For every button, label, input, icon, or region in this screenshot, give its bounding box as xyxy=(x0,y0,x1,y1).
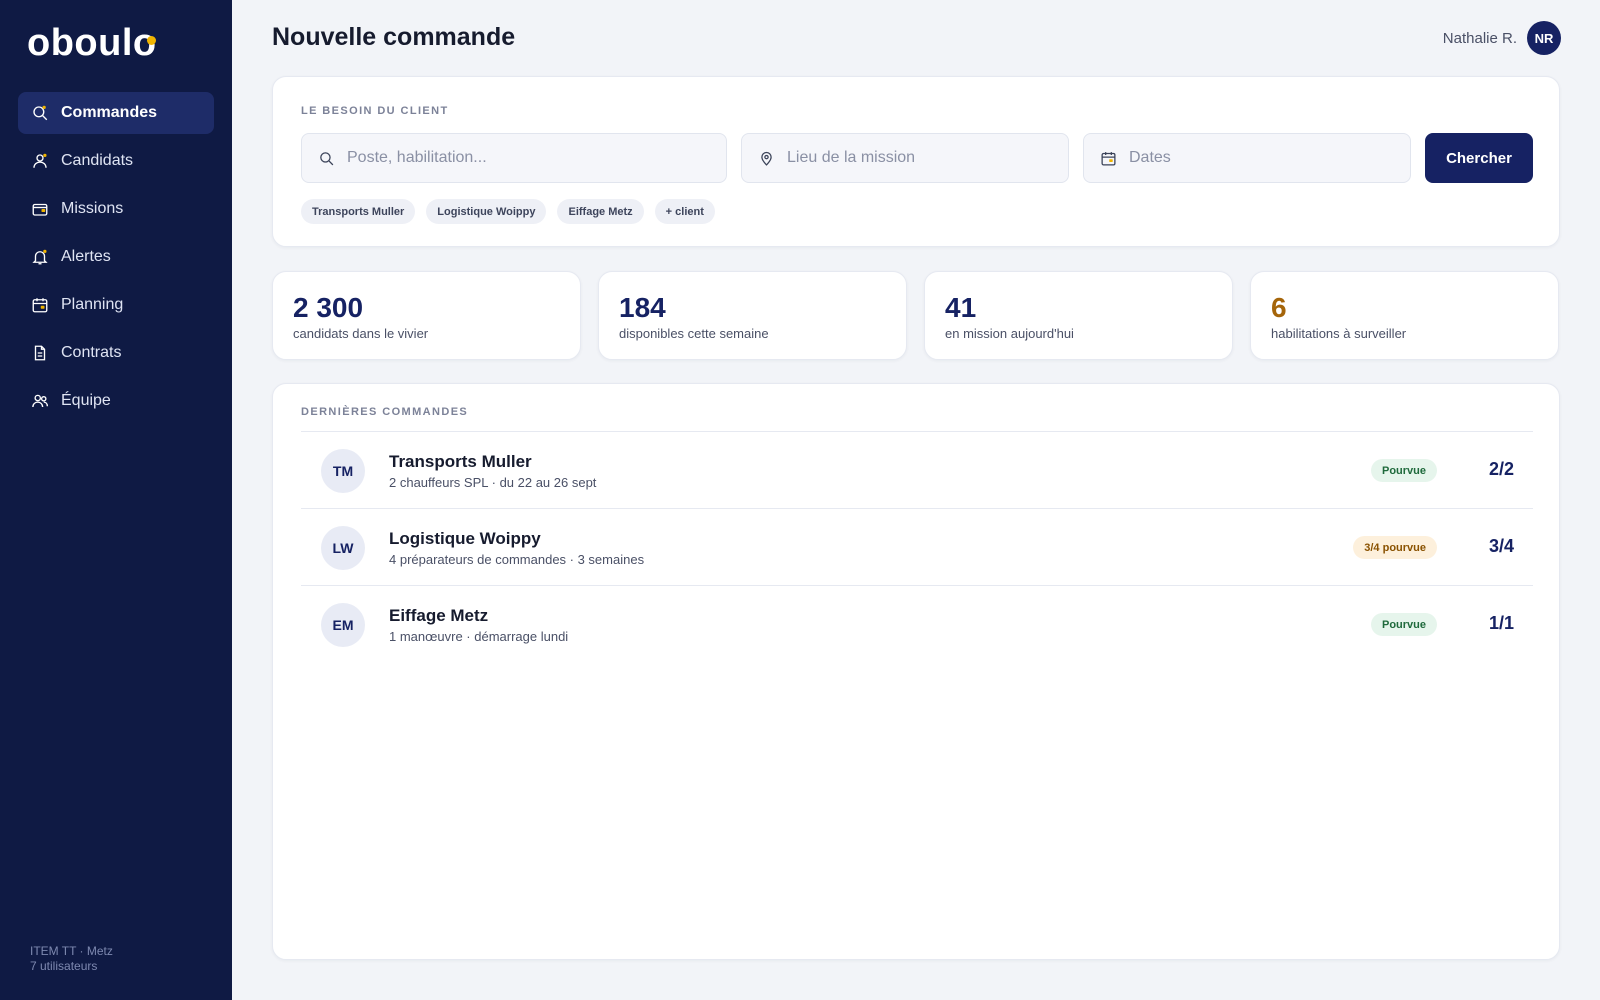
stat-label: disponibles cette semaine xyxy=(619,326,769,341)
filled-count: 1/1 xyxy=(1488,613,1514,633)
search-icon xyxy=(320,151,334,165)
sidebar-item-candidats[interactable]: Candidats xyxy=(18,140,214,182)
sidebar-footer: ITEM TT · Metz 7 utilisateurs xyxy=(30,944,113,974)
order-row[interactable]: TM Transports Muller 2 chauffeurs SPL · … xyxy=(301,432,1533,509)
sidebar-nav: Commandes Candidats Missions Alertes Pla… xyxy=(18,92,214,428)
stat-value: 2 300 xyxy=(293,292,364,323)
stat-value: 184 xyxy=(619,292,666,323)
logo-text: oboulo xyxy=(27,22,157,64)
sidebar-item-label: Commandes xyxy=(61,104,158,121)
poste-field[interactable] xyxy=(301,133,727,183)
stat-label: candidats dans le vivier xyxy=(293,326,429,341)
bell-icon xyxy=(31,248,49,266)
client-chip[interactable]: Transports Muller xyxy=(301,199,416,224)
calendar-icon xyxy=(1101,151,1116,166)
calendar-icon xyxy=(31,296,49,314)
status-badge: 3/4 pourvue xyxy=(1353,536,1437,559)
wallet-icon xyxy=(31,200,49,218)
user-menu[interactable]: Nathalie R. NR xyxy=(1443,21,1561,55)
filled-count: 2/2 xyxy=(1488,459,1514,479)
client-name: Transports Muller xyxy=(389,452,532,471)
stat-label: habilitations à surveiller xyxy=(1271,326,1407,341)
lieu-field[interactable] xyxy=(741,133,1069,183)
recent-orders-card: DERNIÈRES COMMANDES TM Transports Muller… xyxy=(272,383,1560,960)
stat-card-vivier: 2 300 candidats dans le vivier xyxy=(272,271,581,360)
client-chip[interactable]: Eiffage Metz xyxy=(557,199,644,224)
sidebar-item-commandes[interactable]: Commandes xyxy=(18,92,214,134)
stat-value: 6 xyxy=(1271,292,1287,323)
stat-label: en mission aujourd'hui xyxy=(945,326,1074,341)
sidebar-item-label: Alertes xyxy=(61,248,111,265)
search-button[interactable]: Chercher xyxy=(1425,133,1533,183)
agency-name: ITEM TT · Metz xyxy=(30,944,113,958)
order-details: 4 préparateurs de commandes · 3 semaines xyxy=(389,552,645,567)
sidebar-item-label: Candidats xyxy=(61,152,134,169)
section-label: DERNIÈRES COMMANDES xyxy=(301,406,469,418)
document-icon xyxy=(31,344,49,362)
sidebar-item-alertes[interactable]: Alertes xyxy=(18,236,214,278)
status-badge: Pourvue xyxy=(1370,613,1437,636)
user-count: 7 utilisateurs xyxy=(30,959,98,973)
order-row[interactable]: LW Logistique Woippy 4 préparateurs de c… xyxy=(301,509,1533,586)
user-name: Nathalie R. xyxy=(1442,29,1517,47)
page-title: Nouvelle commande xyxy=(272,23,516,51)
status-badge: Pourvue xyxy=(1370,459,1437,482)
location-pin-icon xyxy=(761,151,772,166)
client-initials: EM xyxy=(321,603,365,647)
order-details: 1 manœuvre · démarrage lundi xyxy=(389,629,569,644)
client-initials: TM xyxy=(321,449,365,493)
stat-card-habilitations: 6 habilitations à surveiller xyxy=(1250,271,1559,360)
stat-value: 41 xyxy=(945,292,977,323)
client-chips: Transports Muller Logistique Woippy Eiff… xyxy=(301,199,726,224)
order-row[interactable]: EM Eiffage Metz 1 manœuvre · démarrage l… xyxy=(301,586,1533,663)
search-icon xyxy=(31,104,49,122)
stat-card-disponibles: 184 disponibles cette semaine xyxy=(598,271,907,360)
user-icon xyxy=(31,152,49,170)
stat-card-en-mission: 41 en mission aujourd'hui xyxy=(924,271,1233,360)
sidebar-item-label: Contrats xyxy=(61,344,122,361)
client-need-card: LE BESOIN DU CLIENT Chercher Transports … xyxy=(272,76,1560,247)
add-client-chip[interactable]: + client xyxy=(654,199,715,224)
section-label: LE BESOIN DU CLIENT xyxy=(301,105,449,117)
client-initials: LW xyxy=(321,526,365,570)
sidebar-item-equipe[interactable]: Équipe xyxy=(18,380,214,422)
logo[interactable]: oboulo xyxy=(27,22,157,65)
sidebar-item-planning[interactable]: Planning xyxy=(18,284,214,326)
filled-count: 3/4 xyxy=(1488,536,1514,556)
order-details: 2 chauffeurs SPL · du 22 au 26 sept xyxy=(389,475,597,490)
client-name: Eiffage Metz xyxy=(389,606,489,625)
sidebar-item-missions[interactable]: Missions xyxy=(18,188,214,230)
sidebar-item-label: Équipe xyxy=(61,392,111,409)
poste-input[interactable] xyxy=(347,149,726,167)
logo-dot xyxy=(146,36,156,45)
sidebar: oboulo Commandes Candidats Missions Aler… xyxy=(0,0,232,1000)
sidebar-item-label: Missions xyxy=(61,200,124,217)
team-icon xyxy=(31,392,49,410)
sidebar-item-contrats[interactable]: Contrats xyxy=(18,332,214,374)
orders-list: TM Transports Muller 2 chauffeurs SPL · … xyxy=(301,431,1533,663)
lieu-input[interactable] xyxy=(787,149,1068,167)
dates-input[interactable] xyxy=(1129,149,1410,167)
dates-field[interactable] xyxy=(1083,133,1411,183)
client-chip[interactable]: Logistique Woippy xyxy=(426,199,547,224)
avatar[interactable]: NR xyxy=(1527,21,1561,55)
sidebar-item-label: Planning xyxy=(61,296,124,313)
client-name: Logistique Woippy xyxy=(389,529,541,548)
